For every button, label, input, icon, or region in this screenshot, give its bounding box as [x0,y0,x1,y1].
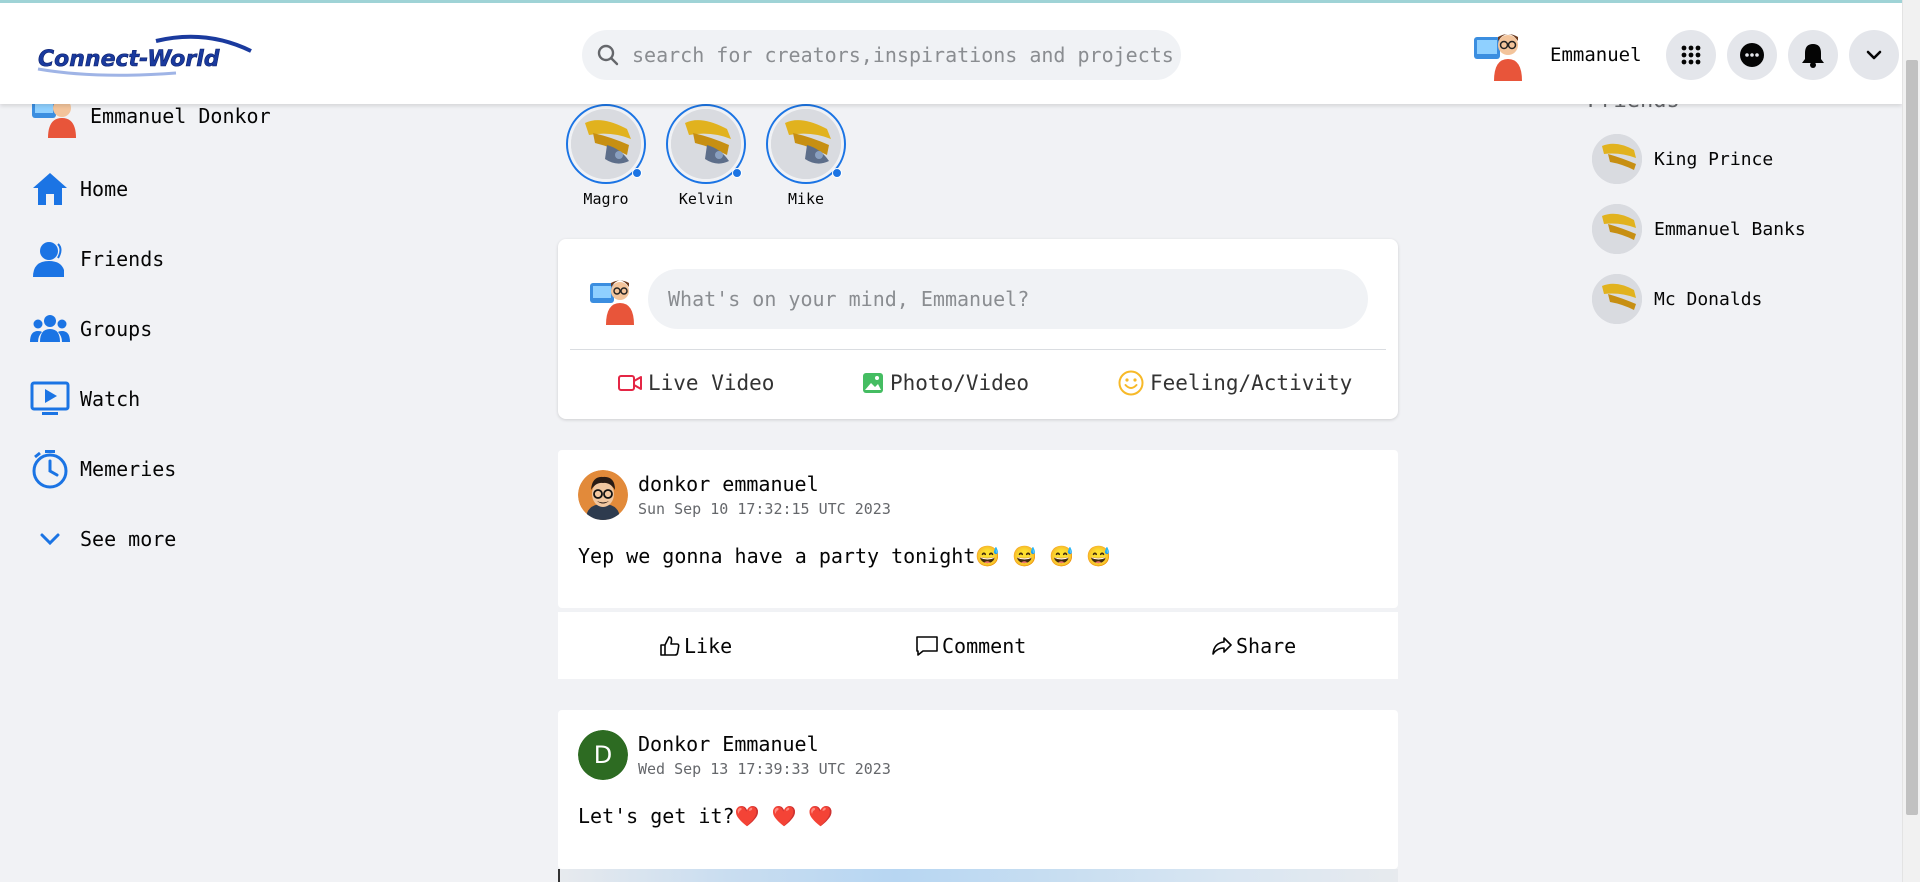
friend-item[interactable]: Emmanuel Banks [1592,204,1806,254]
sidebar-item-label: Friends [80,247,165,271]
friend-name: Emmanuel Banks [1654,218,1806,240]
share-label: Share [1236,634,1297,658]
chevron-down-icon [1866,50,1881,60]
story-new-indicator [732,168,742,178]
photo-video-button[interactable]: Photo/Video [862,363,1029,403]
story-name: Mike [787,190,825,208]
live-video-button[interactable]: Live Video [618,363,774,403]
friend-name: Mc Donalds [1654,288,1763,310]
post-timestamp: Wed Sep 13 17:39:33 UTC 2023 [638,760,891,778]
sidebar-item-label: Groups [80,317,153,341]
friend-name: King Prince [1654,148,1774,170]
sidebar-item-label: Watch [80,387,141,411]
friend-avatar [1592,134,1642,184]
photo-icon [863,373,883,393]
feed-post: donkor emmanuel Sun Sep 10 17:32:15 UTC … [558,450,1398,608]
memories-icon [30,449,70,489]
comment-label: Comment [942,634,1027,658]
watch-icon [30,379,70,419]
feeling-activity-label: Feeling/Activity [1150,371,1353,395]
composer-input[interactable]: What's on your mind, Emmanuel? [648,269,1368,329]
post-image[interactable] [558,869,1398,882]
grid-menu-icon [1681,45,1700,65]
account-menu-button[interactable] [1848,30,1899,80]
messenger-button[interactable] [1726,30,1777,80]
sidebar-item-label: Home [80,177,129,201]
apps-menu-button[interactable] [1665,30,1716,80]
connect-world-logo[interactable]: Connect-World [36,33,256,79]
friend-avatar [1592,204,1642,254]
story-avatar [766,104,846,184]
post-author-name[interactable]: Donkor Emmanuel [638,732,819,756]
avatar-letter: D [578,730,628,780]
story-new-indicator [632,168,642,178]
post-composer: What's on your mind, Emmanuel? Live Vide… [558,239,1398,419]
story-item[interactable]: Mike [766,104,846,208]
smiley-icon [1118,370,1144,396]
search-bar[interactable] [582,30,1181,80]
friend-avatar [1592,274,1642,324]
sidebar-profile-name: Emmanuel Donkor [90,104,271,128]
story-item[interactable]: Magro [566,104,646,208]
sidebar-item-watch[interactable]: Watch [30,379,140,419]
sidebar-item-label: Memeries [80,457,177,481]
story-avatar [666,104,746,184]
story-avatar [566,104,646,184]
friend-item[interactable]: Mc Donalds [1592,274,1762,324]
header-avatar[interactable] [1472,29,1528,81]
video-camera-icon [618,375,642,391]
post-author-name[interactable]: donkor emmanuel [638,472,819,496]
search-input[interactable] [632,43,1181,67]
story-item[interactable]: Kelvin [666,104,746,208]
post-author-avatar[interactable]: D [578,730,628,780]
sidebar-item-label: See more [80,527,177,551]
sidebar-item-groups[interactable]: Groups [30,309,152,349]
search-icon [597,44,619,66]
live-video-label: Live Video [648,371,775,395]
thumbs-up-icon [660,636,680,656]
post-action-bar: Like Comment Share [558,611,1398,679]
sidebar-item-friends[interactable]: Friends [30,239,164,279]
feed-post: D Donkor Emmanuel Wed Sep 13 17:39:33 UT… [558,710,1398,869]
sidebar-item-see-more[interactable]: See more [30,519,176,559]
chat-bubble-icon [1739,43,1764,67]
header-user-name[interactable]: Emmanuel [1550,44,1642,66]
bell-icon [1801,44,1824,68]
window-top-border [0,0,1920,3]
home-icon [30,169,70,209]
composer-divider [570,349,1386,350]
story-name: Magro [583,190,629,208]
post-author-avatar[interactable] [578,470,628,520]
top-navbar: Connect-World Emmanuel [0,3,1902,104]
sidebar-item-home[interactable]: Home [30,169,128,209]
post-text: Let's get it?❤️ ❤️ ❤️ [578,804,834,828]
story-new-indicator [832,168,842,178]
friend-item[interactable]: King Prince [1592,134,1773,184]
share-button[interactable]: Share [1212,634,1296,658]
comment-button[interactable]: Comment [916,634,1026,658]
feeling-activity-button[interactable]: Feeling/Activity [1118,363,1352,403]
post-timestamp: Sun Sep 10 17:32:15 UTC 2023 [638,500,891,518]
like-button[interactable]: Like [660,634,732,658]
post-text: Yep we gonna have a party tonight😅 😅 😅 😅 [578,544,1112,568]
story-name: Kelvin [678,190,734,208]
chevron-down-icon [30,519,70,559]
page-scrollbar[interactable] [1902,0,1920,882]
svg-text:Connect-World: Connect-World [38,47,220,72]
comment-icon [916,636,938,656]
share-arrow-icon [1212,637,1232,655]
like-label: Like [684,634,733,658]
sidebar-item-memories[interactable]: Memeries [30,449,176,489]
friends-icon [30,239,70,279]
composer-avatar [588,275,640,325]
scrollbar-thumb[interactable] [1906,60,1918,815]
photo-video-label: Photo/Video [890,371,1030,395]
notifications-button[interactable] [1787,30,1838,80]
stories-row: Magro Kelvin Mike [566,104,866,208]
groups-icon [30,309,70,349]
